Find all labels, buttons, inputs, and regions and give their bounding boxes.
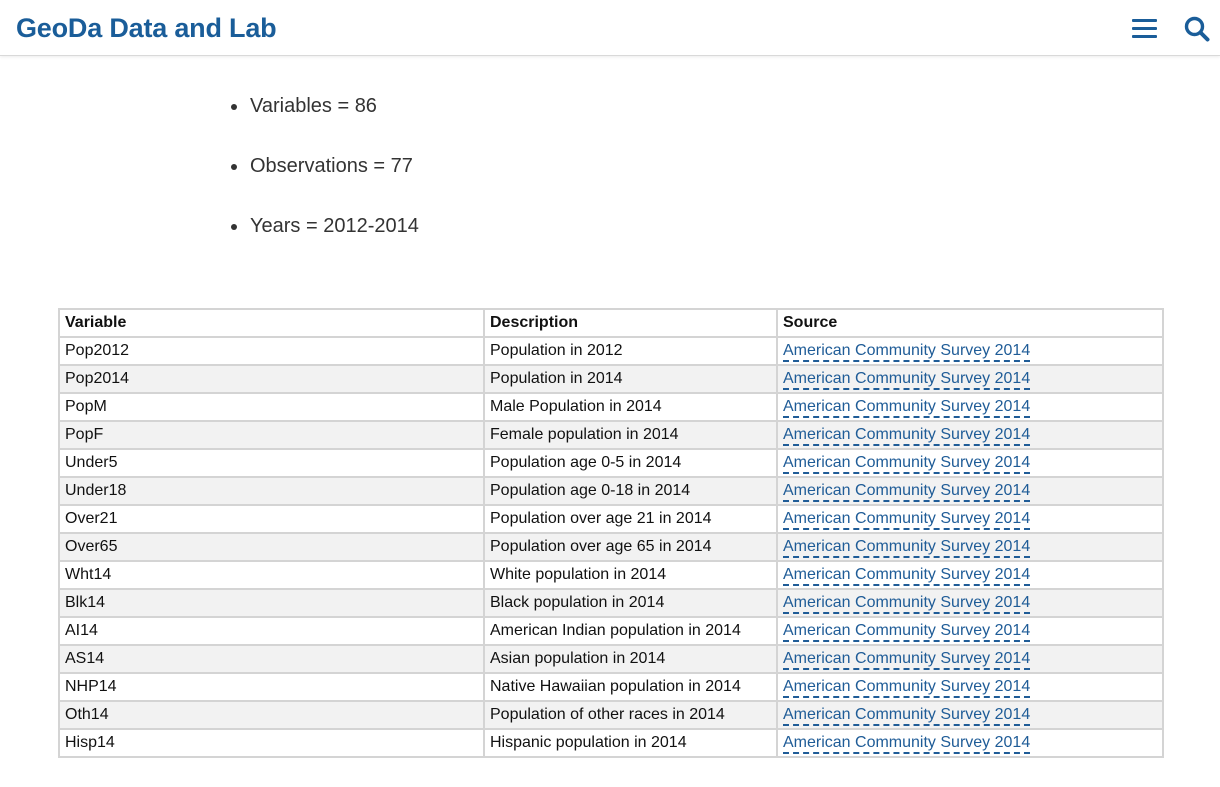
table-row: Blk14 Black population in 2014 American Co…: [58, 588, 1164, 618]
description-cell: Asian population in 2014: [483, 644, 778, 674]
table-row: AI14 American Indian population in 2014 Am…: [58, 616, 1164, 646]
variable-cell: PopF: [58, 420, 485, 450]
source-cell: American Community Survey 2014: [776, 728, 1164, 758]
source-link[interactable]: American Community Survey 2014: [783, 398, 1031, 418]
variable-cell: Wht14: [58, 560, 485, 590]
source-link[interactable]: American Community Survey 2014: [783, 678, 1031, 698]
description-cell: Male Population in 2014: [483, 392, 778, 422]
variable-cell: Oth14: [58, 700, 485, 730]
description-cell: Population age 0-5 in 2014: [483, 448, 778, 478]
source-link[interactable]: American Community Survey 2014: [783, 594, 1031, 614]
description-cell: American Indian population in 2014: [483, 616, 778, 646]
table-row: PopM Male Population in 2014 American Comm…: [58, 392, 1164, 422]
search-icon[interactable]: [1183, 15, 1211, 43]
source-cell: American Community Survey 2014: [776, 616, 1164, 646]
observations-count: Observations = 77: [250, 155, 413, 177]
source-cell: American Community Survey 2014: [776, 364, 1164, 394]
description-cell: White population in 2014: [483, 560, 778, 590]
variable-cell: Under5: [58, 448, 485, 478]
source-link[interactable]: American Community Survey 2014: [783, 482, 1031, 502]
column-header-variable: Variable: [58, 308, 485, 338]
source-link[interactable]: American Community Survey 2014: [783, 426, 1031, 446]
table-row: Over21 Population over age 21 in 2014 Amer…: [58, 504, 1164, 534]
source-link[interactable]: American Community Survey 2014: [783, 706, 1031, 726]
variable-cell: Pop2012: [58, 336, 485, 366]
table-row: PopF Female population in 2014 American Co…: [58, 420, 1164, 450]
source-cell: American Community Survey 2014: [776, 336, 1164, 366]
table-body: Pop2012 Population in 2012 American Commun…: [58, 336, 1164, 758]
description-cell: Population over age 21 in 2014: [483, 504, 778, 534]
source-cell: American Community Survey 2014: [776, 420, 1164, 450]
source-cell: American Community Survey 2014: [776, 532, 1164, 562]
source-link[interactable]: American Community Survey 2014: [783, 454, 1031, 474]
years-range: Years = 2012-2014: [250, 215, 419, 237]
hamburger-menu-icon[interactable]: [1130, 16, 1158, 40]
description-cell: Female population in 2014: [483, 420, 778, 450]
table-row: Pop2012 Population in 2012 American Commun…: [58, 336, 1164, 366]
description-cell: Hispanic population in 2014: [483, 728, 778, 758]
variable-cell: Over65: [58, 532, 485, 562]
source-cell: American Community Survey 2014: [776, 644, 1164, 674]
description-cell: Population age 0-18 in 2014: [483, 476, 778, 506]
source-cell: American Community Survey 2014: [776, 560, 1164, 590]
description-cell: Population of other races in 2014: [483, 700, 778, 730]
source-cell: American Community Survey 2014: [776, 588, 1164, 618]
table-row: Under18 Population age 0-18 in 2014 Americ…: [58, 476, 1164, 506]
table-row: Oth14 Population of other races in 2014 Am…: [58, 700, 1164, 730]
source-cell: American Community Survey 2014: [776, 392, 1164, 422]
description-cell: Population in 2012: [483, 336, 778, 366]
source-link[interactable]: American Community Survey 2014: [783, 622, 1031, 642]
source-cell: American Community Survey 2014: [776, 672, 1164, 702]
column-header-source: Source: [776, 308, 1164, 338]
table-row: Pop2014 Population in 2014 American Commun…: [58, 364, 1164, 394]
variable-cell: Hisp14: [58, 728, 485, 758]
site-title-link[interactable]: GeoDa Data and Lab: [16, 11, 277, 45]
table-header-row: Variable Description Source: [58, 308, 1164, 338]
description-cell: Black population in 2014: [483, 588, 778, 618]
table-row: Over65 Population over age 65 in 2014 Amer…: [58, 532, 1164, 562]
source-link[interactable]: American Community Survey 2014: [783, 342, 1031, 362]
source-link[interactable]: American Community Survey 2014: [783, 734, 1031, 754]
source-link[interactable]: American Community Survey 2014: [783, 566, 1031, 586]
source-link[interactable]: American Community Survey 2014: [783, 510, 1031, 530]
variable-cell: Blk14: [58, 588, 485, 618]
list-item: Observations = 77: [228, 148, 419, 184]
variable-cell: AI14: [58, 616, 485, 646]
variable-cell: PopM: [58, 392, 485, 422]
source-cell: American Community Survey 2014: [776, 504, 1164, 534]
list-item: Years = 2012-2014: [228, 208, 419, 244]
table-row: Hisp14 Hispanic population in 2014 America…: [58, 728, 1164, 758]
description-cell: Population in 2014: [483, 364, 778, 394]
bullet-icon: [231, 104, 237, 110]
description-cell: Population over age 65 in 2014: [483, 532, 778, 562]
source-link[interactable]: American Community Survey 2014: [783, 538, 1031, 558]
list-item: Variables = 86: [228, 88, 419, 124]
variable-cell: Over21: [58, 504, 485, 534]
dataset-summary-list: Variables = 86 Observations = 77 Years =…: [228, 88, 419, 268]
source-cell: American Community Survey 2014: [776, 700, 1164, 730]
variable-cell: Under18: [58, 476, 485, 506]
variables-table: Variable Description Source Pop2012 Popul…: [58, 308, 1164, 758]
table-row: Wht14 White population in 2014 American Co…: [58, 560, 1164, 590]
source-link[interactable]: American Community Survey 2014: [783, 650, 1031, 670]
table-row: AS14 Asian population in 2014 American Com…: [58, 644, 1164, 674]
source-cell: American Community Survey 2014: [776, 448, 1164, 478]
bullet-icon: [231, 164, 237, 170]
site-header: GeoDa Data and Lab: [0, 0, 1220, 56]
source-cell: American Community Survey 2014: [776, 476, 1164, 506]
bullet-icon: [231, 224, 237, 230]
source-link[interactable]: American Community Survey 2014: [783, 370, 1031, 390]
table-row: NHP14 Native Hawaiian population in 2014 A…: [58, 672, 1164, 702]
description-cell: Native Hawaiian population in 2014: [483, 672, 778, 702]
variable-cell: Pop2014: [58, 364, 485, 394]
variable-cell: AS14: [58, 644, 485, 674]
column-header-description: Description: [483, 308, 778, 338]
table-row: Under5 Population age 0-5 in 2014 American…: [58, 448, 1164, 478]
variable-cell: NHP14: [58, 672, 485, 702]
variables-count: Variables = 86: [250, 95, 377, 117]
